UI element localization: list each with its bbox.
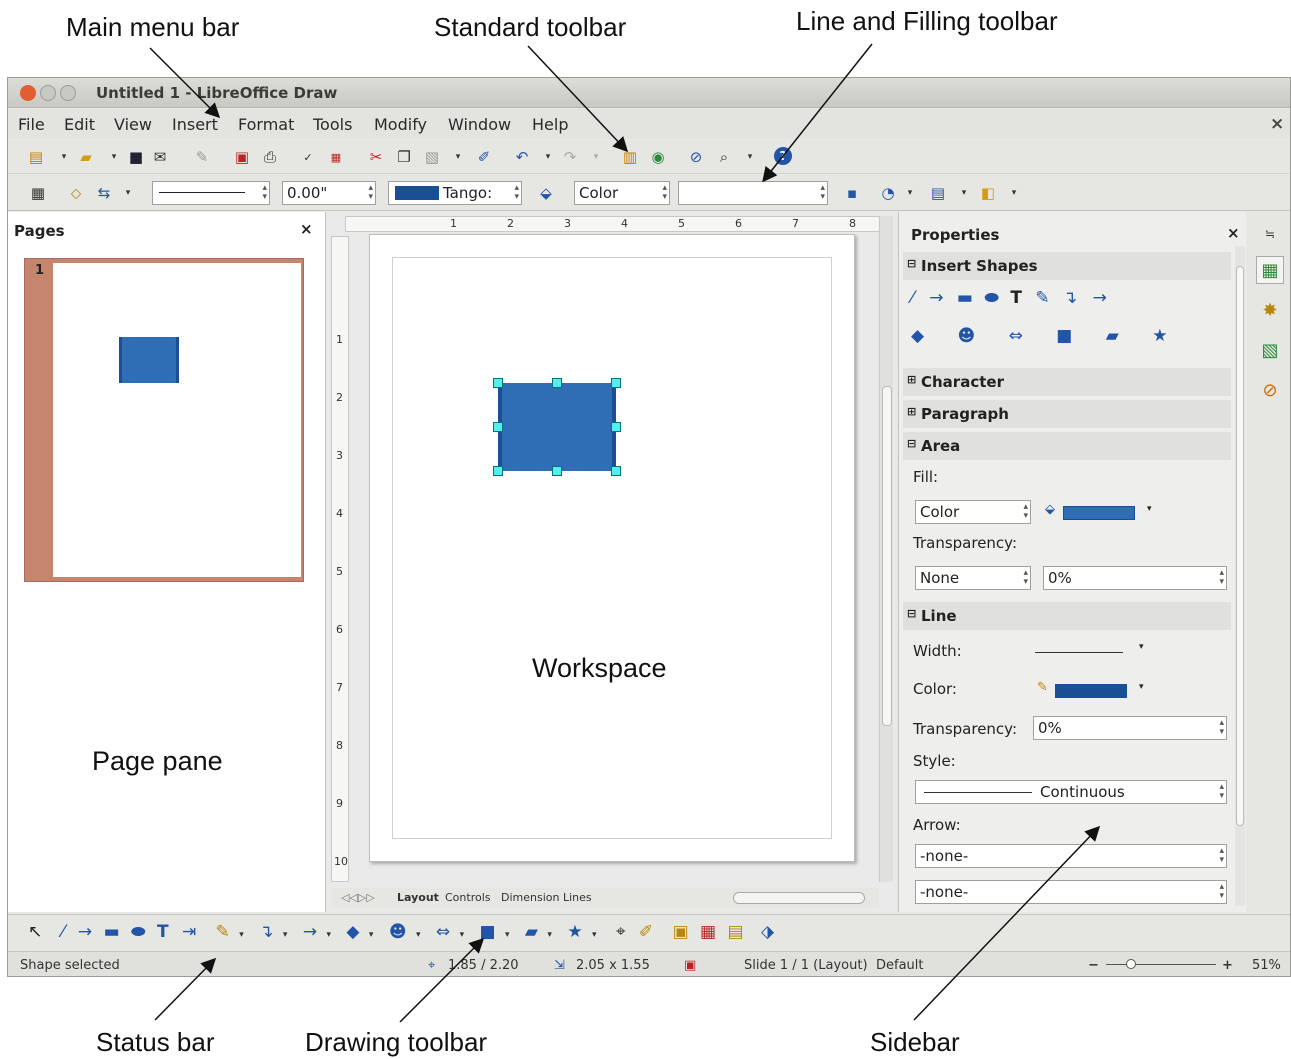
drawing-toolbar-pointer: [399, 937, 485, 1023]
line-filling-toolbar-pointer: [762, 43, 873, 183]
standard-toolbar-pointer: [527, 45, 629, 153]
status-bar-pointer: [154, 957, 217, 1021]
sidebar-pointer: [913, 825, 1101, 1021]
main-menu-bar-pointer: [149, 47, 221, 119]
callout-pointers: [149, 43, 1101, 1023]
